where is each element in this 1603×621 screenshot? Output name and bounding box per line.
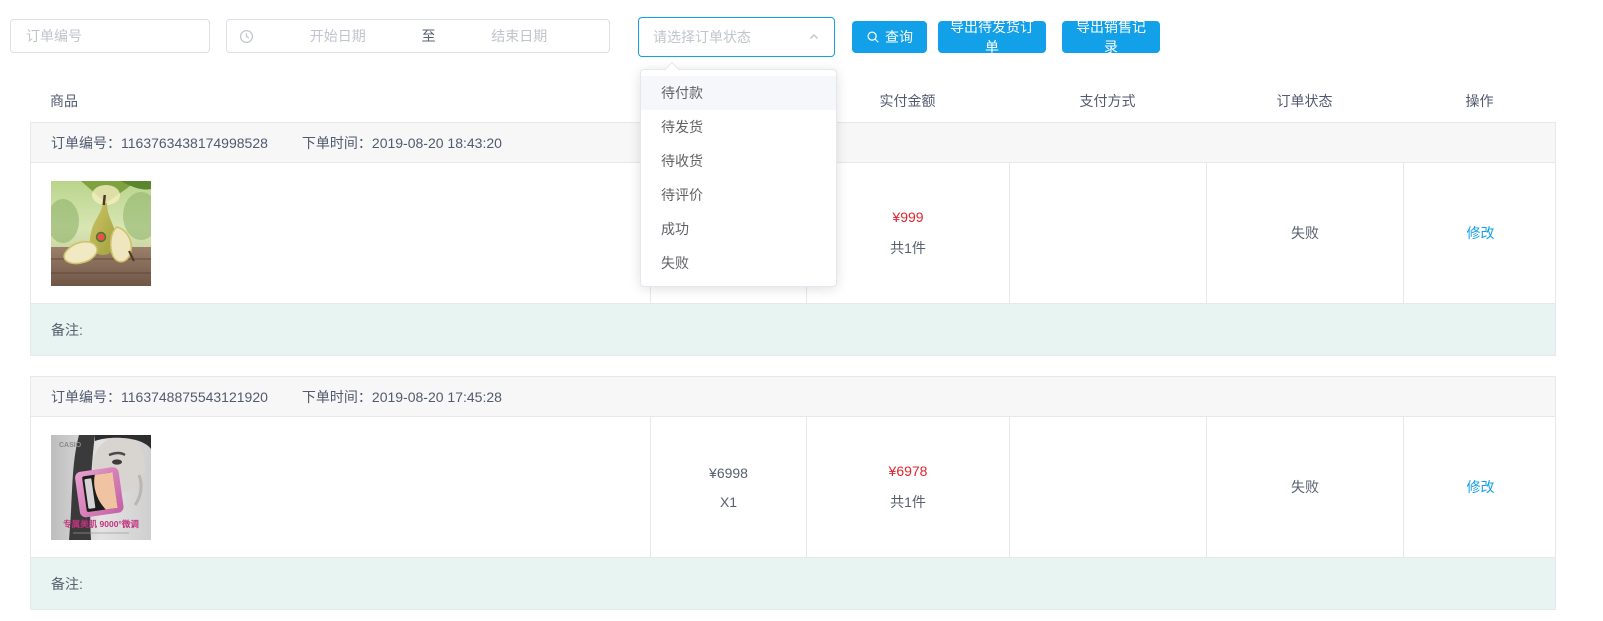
product-cell: CASIO 专属美肌 9000°微调 [31,417,651,557]
date-separator: 至 [416,26,442,46]
header-actions: 操作 [1403,91,1556,111]
status-option-pending-shipment[interactable]: 待发货 [641,110,836,144]
order-time-value: 2019-08-20 17:45:28 [372,389,502,405]
unit-price: ¥6998 [709,465,748,481]
export-sales-records-button[interactable]: 导出销售记录 [1062,21,1160,53]
status-option-pending-review[interactable]: 待评价 [641,178,836,212]
modify-link[interactable]: 修改 [1467,223,1495,243]
chevron-up-icon [808,31,820,43]
clock-icon [239,29,254,44]
order-no-label: 订单编号： [51,135,121,151]
status-select-placeholder: 请选择订单状态 [653,27,808,47]
product-image-pear [51,181,151,286]
header-order-status: 订单状态 [1206,91,1403,111]
order-status-cell: 失败 [1207,417,1404,557]
order-status: 失败 [1291,477,1319,497]
end-date-placeholder[interactable]: 结束日期 [442,26,598,46]
date-range-picker[interactable]: 开始日期 至 结束日期 [226,19,610,53]
status-option-pending-receipt[interactable]: 待收货 [641,144,836,178]
order-no-value: 1163748875543121920 [121,389,268,405]
product-image-camera: CASIO 专属美肌 9000°微调 [51,435,151,540]
paid-amount: ¥6978 [889,463,928,479]
product-brand-text: CASIO [59,442,82,449]
remark-row: 备注: [31,303,1555,355]
actions-cell: 修改 [1404,163,1557,303]
order-time-label: 下单时间： [302,135,372,151]
order-status: 失败 [1291,223,1319,243]
status-option-failed[interactable]: 失败 [641,246,836,280]
paid-count: 共1件 [890,238,926,258]
order-no-value: 1163763438174998528 [121,135,268,151]
header-product: 商品 [30,91,650,111]
paid-amount-cell: ¥999 共1件 [807,163,1010,303]
order-time-value: 2019-08-20 18:43:20 [372,135,502,151]
search-button[interactable]: 查询 [852,21,927,53]
remark-row: 备注: [31,557,1555,609]
order-status-cell: 失败 [1207,163,1404,303]
order-number-input[interactable] [10,19,210,53]
order-status-select[interactable]: 请选择订单状态 [638,17,835,57]
order-group-header: 订单编号：1163748875543121920 下单时间：2019-08-20… [31,377,1555,417]
start-date-placeholder[interactable]: 开始日期 [260,26,416,46]
search-icon [866,30,880,44]
paid-amount: ¥999 [892,209,923,225]
status-option-success[interactable]: 成功 [641,212,836,246]
order-group: 订单编号：1163748875543121920 下单时间：2019-08-20… [30,376,1556,610]
order-status-dropdown: 待付款 待发货 待收货 待评价 成功 失败 [640,69,837,287]
search-button-label: 查询 [885,27,913,47]
export-pending-shipment-button[interactable]: 导出待发货订单 [938,21,1046,53]
product-caption-text: 专属美肌 9000°微调 [63,519,139,529]
unit-price-cell: ¥6998 X1 [651,417,807,557]
header-pay-method: 支付方式 [1009,91,1206,111]
modify-link[interactable]: 修改 [1467,477,1495,497]
paid-count: 共1件 [890,492,926,512]
status-option-pending-payment[interactable]: 待付款 [641,76,836,110]
pay-method-cell [1010,163,1207,303]
order-item-row: CASIO 专属美肌 9000°微调 ¥6998 X1 ¥6978 共1件 失败… [31,417,1555,557]
order-time-label: 下单时间： [302,389,372,405]
actions-cell: 修改 [1404,417,1557,557]
quantity: X1 [720,494,737,510]
paid-amount-cell: ¥6978 共1件 [807,417,1010,557]
group-spacer [30,356,1556,376]
pay-method-cell [1010,417,1207,557]
remark-label: 备注: [51,320,83,340]
toolbar: 开始日期 至 结束日期 请选择订单状态 查询 导出待发货订单 导出销售记录 [0,0,1603,80]
remark-label: 备注: [51,574,83,594]
order-no-label: 订单编号： [51,389,121,405]
product-cell [31,163,651,303]
